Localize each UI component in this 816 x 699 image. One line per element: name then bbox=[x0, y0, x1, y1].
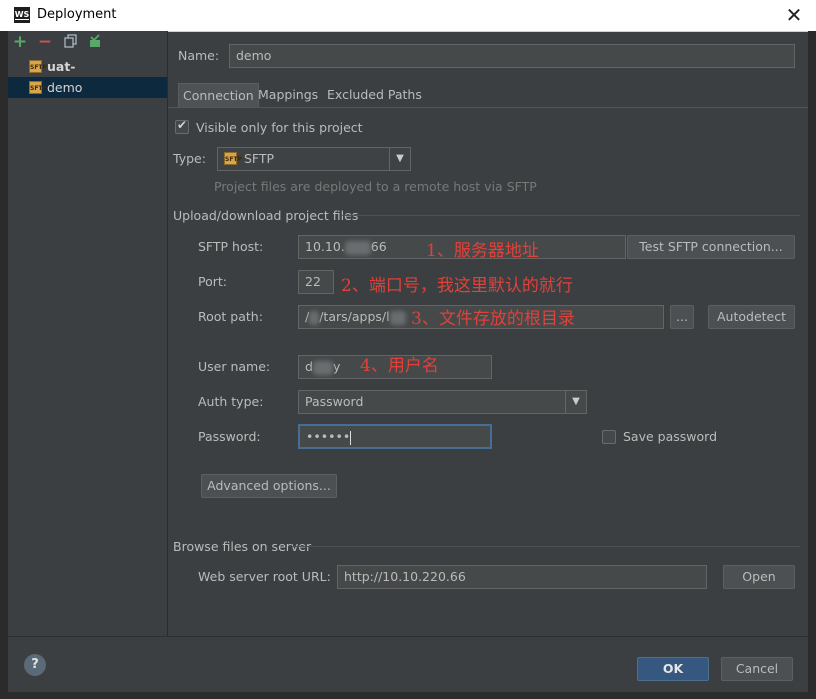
name-input[interactable]: demo bbox=[229, 44, 795, 68]
tab-mappings[interactable]: Mappings bbox=[254, 83, 322, 107]
title-bar: WS Deployment ✕ bbox=[0, 0, 816, 32]
chevron-down-icon[interactable]: ▼ bbox=[389, 148, 410, 170]
sftp-host-label: SFTP host: bbox=[198, 239, 264, 254]
copy-icon[interactable] bbox=[63, 34, 79, 50]
user-value-prefix: d bbox=[305, 359, 313, 374]
sftp-icon: SFTP bbox=[29, 60, 47, 73]
save-password-label: Save password bbox=[623, 429, 718, 444]
type-label: Type: bbox=[173, 151, 206, 166]
sftp-icon: SFTP bbox=[224, 152, 242, 165]
server-item-label: demo bbox=[47, 80, 83, 95]
visible-only-label: Visible only for this project bbox=[196, 120, 363, 135]
password-value: •••••• bbox=[306, 429, 351, 444]
cancel-button[interactable]: Cancel bbox=[721, 657, 793, 681]
advanced-options-button[interactable]: Advanced options... bbox=[201, 474, 337, 498]
redacted-blur bbox=[309, 310, 320, 325]
chevron-down-icon[interactable]: ▼ bbox=[565, 391, 586, 413]
ok-button[interactable]: OK bbox=[637, 657, 709, 681]
help-icon[interactable]: ? bbox=[24, 654, 46, 676]
web-root-url-input[interactable]: http://10.10.220.66 bbox=[337, 565, 707, 589]
host-value-suffix: 66 bbox=[370, 239, 387, 254]
type-hint: Project files are deployed to a remote h… bbox=[214, 179, 537, 194]
webstorm-icon: WS bbox=[14, 7, 30, 23]
tab-excluded-paths[interactable]: Excluded Paths bbox=[323, 83, 426, 107]
redacted-blur bbox=[312, 360, 333, 375]
server-item-demo[interactable]: SFTP demo bbox=[8, 77, 167, 98]
host-value-prefix: 10.10. bbox=[305, 239, 345, 254]
annotation-root-path: 3、文件存放的根目录 bbox=[411, 309, 575, 329]
annotation-host: 1、服务器地址 bbox=[426, 241, 539, 261]
root-value-mid: /tars/apps/l bbox=[319, 309, 390, 324]
close-icon[interactable]: ✕ bbox=[782, 3, 806, 27]
password-input[interactable]: •••••• bbox=[298, 424, 492, 449]
window-title: Deployment bbox=[37, 7, 117, 22]
auth-type-select[interactable]: Password ▼ bbox=[298, 390, 587, 414]
port-label: Port: bbox=[198, 274, 227, 289]
port-input[interactable]: 22 bbox=[298, 270, 334, 294]
browse-section-title: Browse files on server bbox=[173, 539, 312, 554]
annotation-port: 2、端口号，我这里默认的就行 bbox=[341, 276, 573, 296]
frame-right bbox=[808, 31, 816, 699]
redacted-blur bbox=[389, 310, 406, 325]
tab-connection[interactable]: Connection bbox=[178, 83, 259, 107]
sftp-icon: SFTP bbox=[29, 81, 47, 94]
auth-type-label: Auth type: bbox=[198, 394, 264, 409]
dialog-footer: ? OK Cancel bbox=[8, 636, 808, 693]
frame-left bbox=[0, 31, 8, 699]
name-label: Name: bbox=[178, 48, 220, 63]
password-label: Password: bbox=[198, 429, 261, 444]
test-sftp-connection-button[interactable]: Test SFTP connection... bbox=[627, 235, 795, 259]
open-button[interactable]: Open bbox=[723, 565, 795, 589]
check-server-icon[interactable] bbox=[87, 34, 103, 50]
autodetect-button[interactable]: Autodetect bbox=[708, 305, 795, 329]
server-item-uat[interactable]: SFTP uat-10.10.220.66 bbox=[8, 56, 167, 95]
browse-root-button[interactable]: ... bbox=[670, 305, 694, 329]
plus-icon[interactable]: + bbox=[12, 34, 28, 51]
user-name-label: User name: bbox=[198, 359, 271, 374]
web-root-label: Web server root URL: bbox=[198, 569, 331, 584]
upload-section-title: Upload/download project files bbox=[173, 208, 359, 223]
server-toolbar: + − bbox=[8, 31, 167, 55]
redacted-blur bbox=[344, 240, 371, 255]
type-value: SFTP bbox=[244, 151, 275, 166]
visible-only-checkbox[interactable]: ✔ bbox=[175, 118, 189, 134]
frame-bottom bbox=[0, 692, 816, 699]
user-value-suffix: y bbox=[332, 359, 341, 374]
text-cursor bbox=[350, 430, 352, 445]
root-path-label: Root path: bbox=[198, 309, 263, 324]
checkmark-icon: ✔ bbox=[177, 118, 188, 132]
deployment-dialog: WS Deployment ✕ + − SFTP uat-10.10.220.6… bbox=[0, 0, 816, 699]
annotation-user-name: 4、用户名 bbox=[360, 356, 439, 376]
minus-icon[interactable]: − bbox=[37, 34, 53, 51]
auth-type-value: Password bbox=[305, 394, 364, 409]
server-config-pane: Name: demo Connection Mappings Excluded … bbox=[168, 31, 808, 636]
type-select[interactable]: SFTP SFTP ▼ bbox=[217, 147, 411, 171]
save-password-checkbox[interactable] bbox=[602, 430, 616, 444]
section-divider bbox=[342, 215, 800, 216]
server-list-pane: + − SFTP uat-10.10.220.66 SFTP demo bbox=[8, 31, 168, 636]
tab-divider bbox=[168, 107, 808, 108]
section-divider bbox=[292, 546, 800, 547]
